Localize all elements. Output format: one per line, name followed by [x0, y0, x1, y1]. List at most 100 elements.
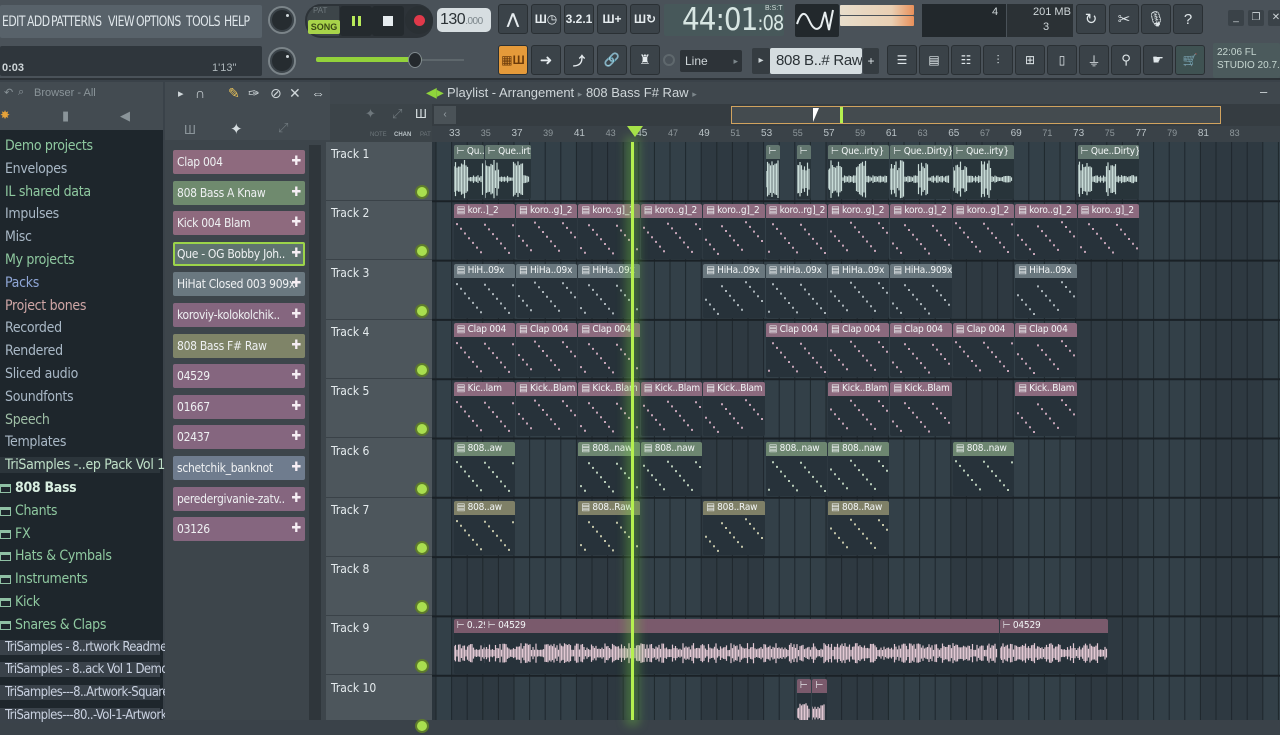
- browser-item[interactable]: Speech: [5, 412, 50, 428]
- record-audio-button[interactable]: 🎙: [1141, 4, 1171, 34]
- browser-item[interactable]: TriSamples - 8..ack Vol 1 Demo: [0, 662, 168, 678]
- browser-item[interactable]: TriSamples - 8..rtwork Readme: [0, 639, 167, 655]
- playlist-clip[interactable]: ▤ koro..g]_2: [516, 204, 578, 259]
- channel-button[interactable]: 04529 ✚: [173, 364, 305, 389]
- menu-edit[interactable]: EDIT: [2, 14, 25, 30]
- overview-viewport[interactable]: [731, 106, 1221, 124]
- playlist-clip[interactable]: ⊢: [765, 145, 781, 200]
- playlist-clip[interactable]: ▤ Kick..Blam: [890, 382, 952, 437]
- files-icon[interactable]: ▮: [62, 108, 69, 124]
- playlist-clip[interactable]: ▤ koro..rg]_2: [765, 204, 827, 259]
- playlist-minimize-button[interactable]: –: [1260, 84, 1267, 99]
- pencil-icon[interactable]: ✎: [228, 85, 240, 102]
- playhead-marker[interactable]: [627, 126, 643, 137]
- channel-button[interactable]: 01667 ✚: [173, 394, 305, 419]
- browser-item[interactable]: Templates: [5, 434, 66, 450]
- browser-item[interactable]: Misc: [5, 229, 32, 245]
- track-enable-led[interactable]: [417, 246, 427, 257]
- tab-note[interactable]: NOTE: [370, 132, 387, 138]
- browser-item[interactable]: Hats & Cymbals: [0, 548, 112, 564]
- playlist-clip[interactable]: ▤ HiH..09x: [453, 263, 515, 318]
- playlist-clip[interactable]: ▤ HiHa..09x: [828, 263, 890, 318]
- oscilloscope[interactable]: [795, 4, 839, 37]
- paint-icon[interactable]: ✑: [248, 85, 260, 102]
- restore-button[interactable]: ❐: [1248, 10, 1264, 26]
- piano-roll-button[interactable]: ▤: [919, 45, 949, 75]
- browser-item[interactable]: Sliced audio: [5, 366, 78, 382]
- tab-pat[interactable]: PAT: [420, 132, 431, 138]
- track-header[interactable]: Track 3: [326, 261, 432, 320]
- speaker-icon[interactable]: ◀: [120, 108, 130, 124]
- playlist-clip[interactable]: ▤ Clap 004: [890, 322, 952, 378]
- browser-item[interactable]: Instruments: [0, 571, 88, 587]
- browser-item[interactable]: My projects: [5, 252, 75, 268]
- playlist-clip[interactable]: ▤ 808..naw: [952, 441, 1015, 496]
- delete-icon[interactable]: ⊘: [270, 85, 282, 102]
- menu-help[interactable]: HELP: [224, 14, 250, 30]
- menu-patterns[interactable]: PATTERNS: [51, 14, 102, 30]
- playlist-clip[interactable]: ▤ kor..]_2: [453, 204, 515, 259]
- browser-item[interactable]: Rendered: [5, 343, 63, 359]
- piano-icon[interactable]: Ш: [184, 122, 196, 137]
- playlist-clip[interactable]: ⊢: [812, 678, 827, 720]
- playlist-clip[interactable]: ⊢: [796, 678, 812, 720]
- snap-toggle[interactable]: [663, 54, 675, 66]
- playlist-clip[interactable]: ▤ 808..naw: [640, 441, 703, 496]
- slide-button[interactable]: ⤴: [564, 45, 594, 75]
- blend-notes-button[interactable]: Ш+: [597, 4, 627, 34]
- track-header[interactable]: Track 10: [326, 676, 432, 735]
- playlist-button[interactable]: ☰: [887, 45, 917, 75]
- playlist-clip[interactable]: ▤ koro..g]_2: [952, 204, 1015, 259]
- track-header[interactable]: Track 9: [326, 616, 432, 676]
- playlist-clip[interactable]: ▤ koro..g]_2: [890, 204, 952, 259]
- touch-controller-button[interactable]: ⚲: [1111, 45, 1141, 75]
- browser-title[interactable]: Browser - All: [34, 87, 96, 99]
- playlist-clip[interactable]: ⊢ Que..irty}: [484, 145, 531, 200]
- playlist-clip[interactable]: ▤ 808..Raw: [703, 500, 765, 556]
- plugin-database-button[interactable]: ⏚: [1079, 45, 1109, 75]
- playlist-clip[interactable]: ▤ 808..aw: [453, 500, 515, 556]
- browser-item[interactable]: TriSamples---8..Artwork-Square: [0, 685, 169, 701]
- browser-button[interactable]: ⊞: [1015, 45, 1045, 75]
- slip-icon[interactable]: ⇔: [311, 85, 325, 101]
- track-header[interactable]: Track 1: [326, 142, 432, 201]
- playlist-clip[interactable]: ⊢ Que..irty}: [952, 145, 1015, 200]
- playlist-clip[interactable]: ▤ 808..naw: [765, 441, 827, 496]
- audio-clip-icon[interactable]: ✦: [230, 120, 243, 138]
- browser-item[interactable]: Demo projects: [5, 138, 93, 154]
- playlist-clip[interactable]: ⊢ Que..Dirty}: [1077, 145, 1139, 200]
- browser-item[interactable]: IL shared data: [5, 184, 91, 200]
- browser-item[interactable]: Soundfonts: [5, 389, 74, 405]
- track-enable-led[interactable]: [417, 305, 427, 316]
- back-icon[interactable]: ↶: [4, 86, 13, 99]
- playlist-clip[interactable]: ▤ koro..g]_2: [1077, 204, 1139, 259]
- countdown-button[interactable]: 3.2.1: [564, 4, 594, 34]
- mixer-button[interactable]: ⫶: [983, 45, 1013, 75]
- playlist-clip[interactable]: ▤ HiHa..09x: [516, 263, 578, 318]
- track-enable-led[interactable]: [417, 424, 427, 435]
- playlist-clip[interactable]: ▤ koro..g]_2: [828, 204, 890, 259]
- song-mode-label[interactable]: SONG: [308, 20, 340, 34]
- stop-button[interactable]: [372, 6, 404, 36]
- channel-rack-button[interactable]: ☷: [951, 45, 981, 75]
- play-pause-button[interactable]: [340, 6, 372, 36]
- track-enable-led[interactable]: [417, 483, 427, 494]
- track-header[interactable]: Track 2: [326, 201, 432, 261]
- tab-chan[interactable]: CHAN: [394, 132, 411, 138]
- browser-item[interactable]: Packs: [5, 275, 39, 291]
- tempo-display[interactable]: 130.000: [437, 8, 491, 32]
- channel-button[interactable]: 808 Bass A Knaw ✚: [173, 180, 305, 205]
- link-button[interactable]: 🔗: [597, 45, 627, 75]
- browser-item[interactable]: FX: [0, 526, 31, 542]
- pattern-filter-icon[interactable]: Ш: [415, 106, 427, 121]
- channel-button[interactable]: Que - OG Bobby Joh.. ✚: [173, 241, 305, 266]
- browser-item[interactable]: Project bones: [5, 298, 86, 314]
- browser-item[interactable]: Chants: [0, 503, 57, 519]
- add-pattern-button[interactable]: +: [863, 48, 879, 74]
- main-volume-track[interactable]: [422, 59, 464, 61]
- track-header[interactable]: Track 8: [326, 557, 432, 617]
- help-button[interactable]: ?: [1173, 4, 1203, 34]
- playlist-clip[interactable]: ▤ Clap 004: [765, 322, 827, 378]
- playlist-clip[interactable]: ▤ koro..g]_2: [703, 204, 765, 259]
- channel-button[interactable]: 02437 ✚: [173, 425, 305, 450]
